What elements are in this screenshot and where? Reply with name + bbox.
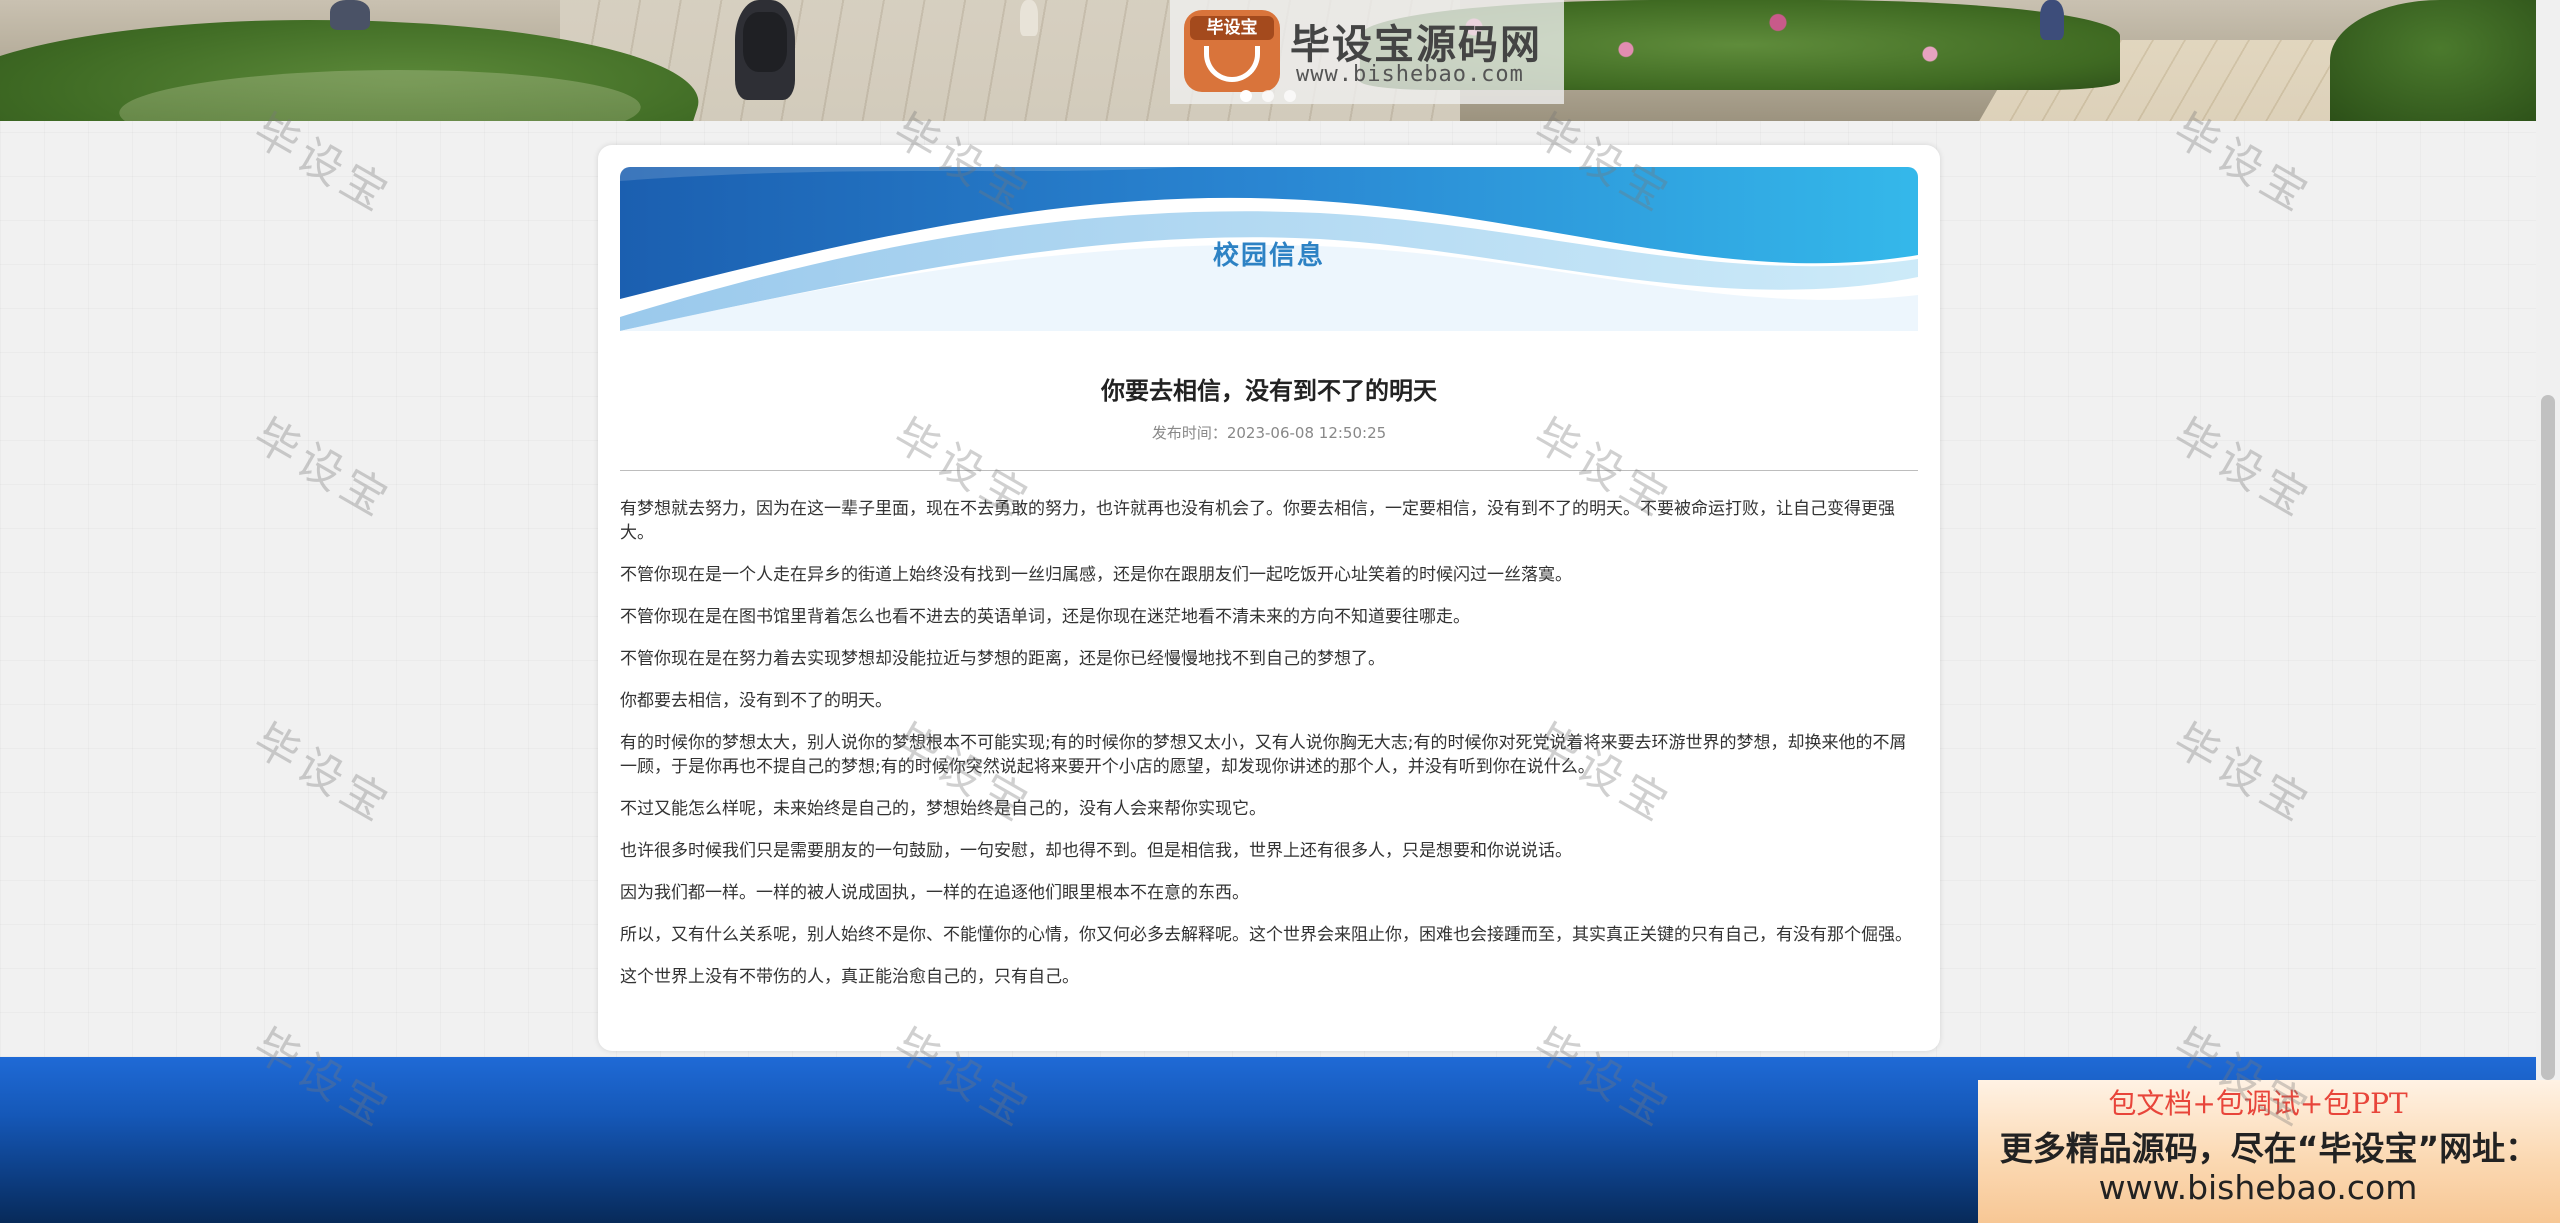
promo-tagline: 更多精品源码，尽在“毕设宝”网址： bbox=[1999, 1129, 2539, 1168]
watermark: 毕设宝 bbox=[245, 714, 401, 834]
logo-mark-icon: 毕设宝 bbox=[1184, 10, 1280, 92]
watermark: 毕设宝 bbox=[245, 409, 401, 529]
carousel-dot-3[interactable] bbox=[1284, 90, 1296, 102]
article-paragraph: 所以，又有什么关系呢，别人始终不是你、不能懂你的心情，你又何必多去解释呢。这个世… bbox=[620, 925, 1912, 945]
section-title: 校园信息 bbox=[1212, 241, 1325, 271]
promo-services: 包文档+包调试+包PPT bbox=[2108, 1087, 2408, 1120]
banner-person-backpack bbox=[735, 0, 795, 100]
article-paragraph: 因为我们都一样。一样的被人说成固执，一样的在追逐他们眼里根本不在意的东西。 bbox=[620, 883, 1249, 903]
article-paragraph: 也许很多时候我们只是需要朋友的一句鼓励，一句安慰，却也得不到。但是相信我，世界上… bbox=[620, 841, 1572, 861]
logo-url: www.bishebao.com bbox=[1296, 62, 1524, 87]
site-logo[interactable]: 毕设宝 毕设宝源码网 www.bishebao.com bbox=[1170, 0, 1564, 104]
article-title: 你要去相信，没有到不了的明天 bbox=[1101, 377, 1437, 405]
top-banner: 毕设宝 毕设宝源码网 www.bishebao.com bbox=[0, 0, 2536, 121]
article-paragraph: 不管你现在是在图书馆里背着怎么也看不进去的英语单词，还是你现在迷茫地看不清未来的… bbox=[620, 607, 1470, 627]
carousel-dot-2[interactable] bbox=[1262, 90, 1274, 102]
article-paragraph: 不管你现在是在努力着去实现梦想却没能拉近与梦想的距离，还是你已经慢慢地找不到自己… bbox=[620, 649, 1385, 669]
article-paragraph: 不管你现在是一个人走在异乡的街道上始终没有找到一丝归属感，还是你在跟朋友们一起吃… bbox=[620, 565, 1572, 585]
banner-hedge-right bbox=[2330, 0, 2536, 121]
article-paragraph: 有的时候你的梦想太大，别人说你的梦想根本不可能实现;有的时候你的梦想又太小，又有… bbox=[620, 733, 1907, 777]
article-divider bbox=[620, 470, 1918, 471]
watermark: 毕设宝 bbox=[2165, 409, 2321, 529]
article-paragraph: 不过又能怎么样呢，未来始终是自己的，梦想始终是自己的，没有人会来帮你实现它。 bbox=[620, 799, 1266, 819]
banner-person-left bbox=[330, 0, 370, 30]
article-publish-time: 发布时间：2023-06-08 12:50:25 bbox=[1151, 424, 1387, 442]
article-card: 校园信息 你要去相信，没有到不了的明天 发布时间：2023-06-08 12:5… bbox=[598, 145, 1940, 1051]
logo-mark-text: 毕设宝 bbox=[1190, 16, 1274, 40]
promo-url[interactable]: www.bishebao.com bbox=[1978, 1168, 2538, 1207]
promo-banner[interactable]: 包文档+包调试+包PPT 更多精品源码，尽在“毕设宝”网址： www.bishe… bbox=[1978, 1080, 2560, 1223]
logo-smile-icon bbox=[1204, 46, 1260, 82]
banner-person-right bbox=[2040, 0, 2064, 40]
watermark: 毕设宝 bbox=[2165, 714, 2321, 834]
carousel-dots bbox=[1240, 90, 1296, 102]
banner-person-center bbox=[1020, 0, 1038, 36]
scrollbar-thumb[interactable] bbox=[2541, 395, 2555, 1080]
carousel-dot-1[interactable] bbox=[1240, 90, 1252, 102]
article-paragraph: 你都要去相信，没有到不了的明天。 bbox=[620, 691, 892, 711]
article-body: 有梦想就去努力，因为在这一辈子里面，现在不去勇敢的努力，也许就再也没有机会了。你… bbox=[620, 497, 1918, 1007]
article-paragraph: 有梦想就去努力，因为在这一辈子里面，现在不去勇敢的努力，也许就再也没有机会了。你… bbox=[620, 499, 1895, 543]
article-paragraph: 这个世界上没有不带伤的人，真正能治愈自己的，只有自己。 bbox=[620, 967, 1079, 987]
section-header: 校园信息 bbox=[620, 167, 1918, 331]
